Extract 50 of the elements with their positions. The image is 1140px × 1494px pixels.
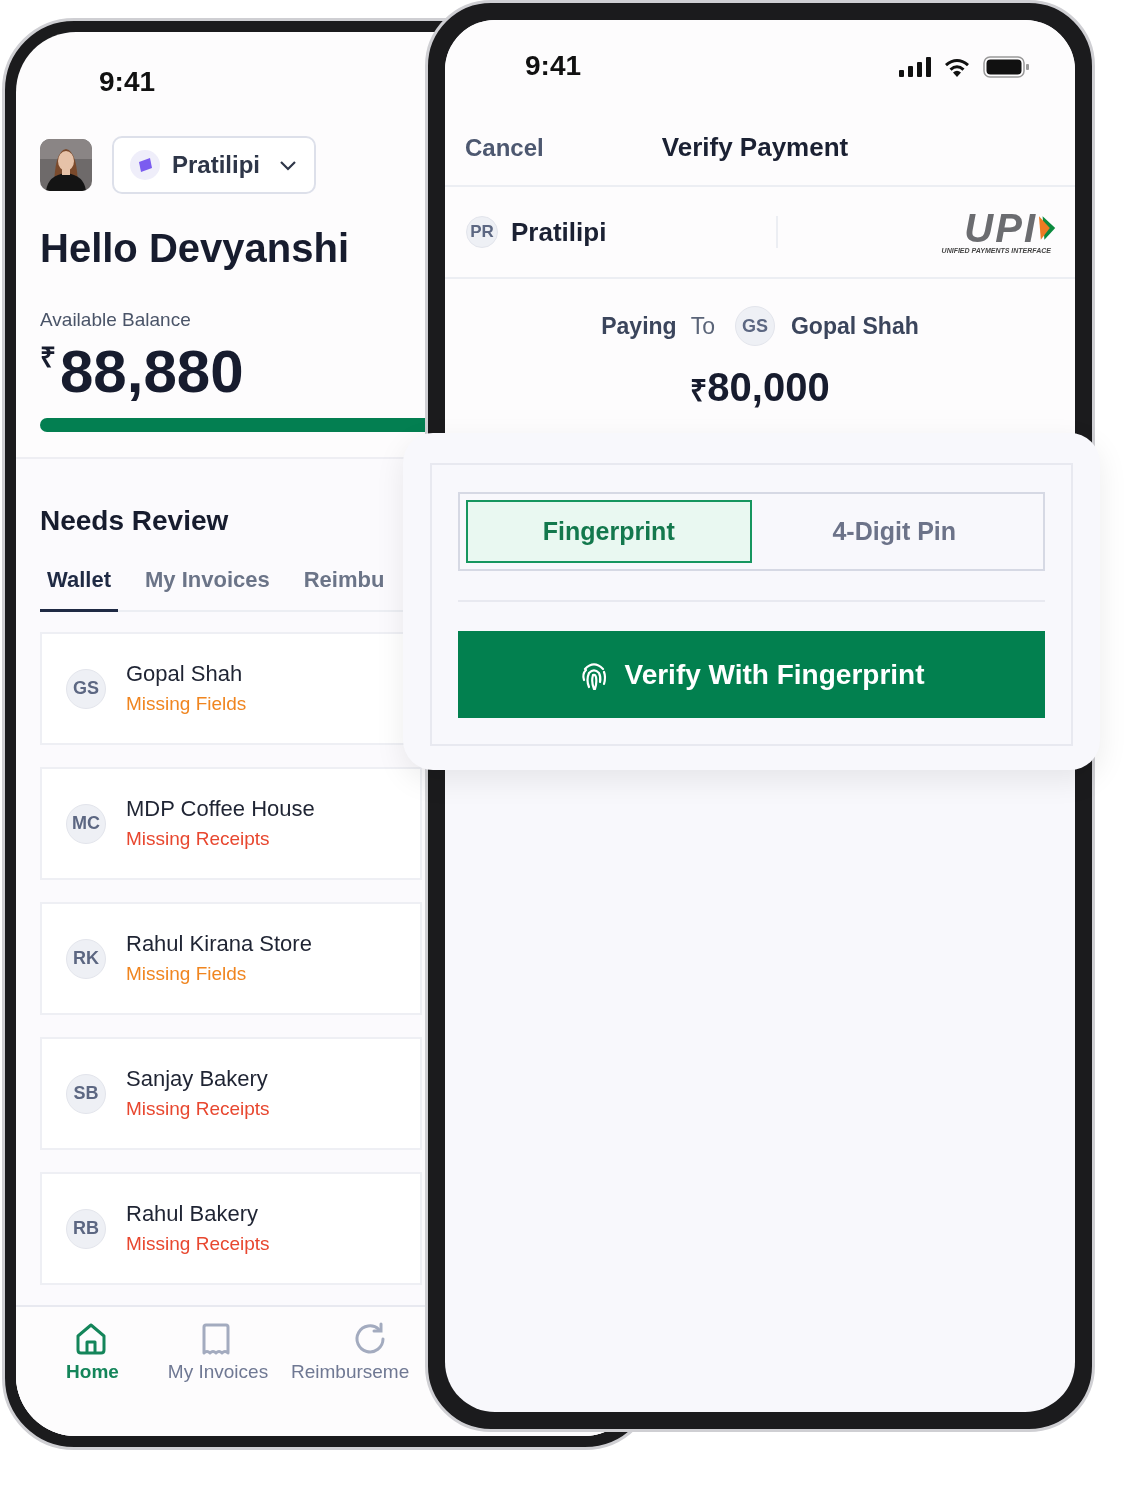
merchant-name: Sanjay Bakery [126, 1064, 269, 1093]
initials-avatar: RK [66, 938, 106, 979]
initials-avatar: GS [734, 306, 775, 346]
initials-avatar: GS [66, 668, 106, 709]
cancel-button[interactable]: Cancel [465, 129, 544, 166]
initials-avatar: RB [66, 1208, 106, 1249]
greeting: Hello Devyanshi [40, 225, 349, 272]
nav-item[interactable]: Home [40, 1322, 141, 1436]
tab[interactable]: My Invoices [138, 558, 277, 612]
currency-symbol: ₹ [40, 341, 56, 375]
status-time: 9:41 [525, 50, 582, 82]
initials-avatar: PR [466, 216, 498, 248]
signal-icon [899, 57, 931, 77]
currency-symbol: ₹ [690, 373, 708, 409]
company-logo-icon [130, 150, 160, 180]
review-card[interactable]: RB Rahul Bakery Missing Receipts [40, 1172, 422, 1285]
status-text: Missing Receipts [126, 1231, 270, 1256]
status-text: Missing Fields [126, 691, 247, 716]
tab[interactable]: Wallet [40, 558, 118, 612]
to-label: To [690, 311, 715, 341]
account-dropdown[interactable]: Pratilipi [112, 136, 317, 194]
battery-icon [983, 56, 1029, 78]
screen-title: Verify Payment [661, 131, 849, 164]
review-card[interactable]: MC MDP Coffee House Missing Receipts [40, 767, 422, 880]
method-tab[interactable]: Fingerprint [466, 500, 752, 563]
merchant-name: Gopal Shah [126, 659, 244, 688]
merchant-name: Rahul Bakery [126, 1199, 260, 1228]
refresh-icon [353, 1322, 387, 1356]
verify-button[interactable]: Verify With Fingerprint [458, 631, 1045, 718]
status-time: 9:41 [99, 66, 156, 97]
status-text: Missing Fields [126, 961, 248, 986]
tab[interactable]: Reimbu [296, 558, 392, 612]
upi-logo-text: UPI [964, 209, 1037, 246]
status-text: Missing Receipts [126, 1096, 270, 1121]
initials-avatar: SB [66, 1073, 106, 1114]
payee-name: Gopal Shah [790, 311, 919, 341]
merchant-name: MDP Coffee House [126, 794, 315, 823]
status-text: Missing Receipts [126, 826, 271, 851]
payment-amount: 80,000 [707, 365, 830, 409]
nav-item[interactable]: Reimburseme [291, 1322, 415, 1436]
initials-avatar: MC [66, 803, 106, 844]
merchant-name: Rahul Kirana Store [126, 929, 312, 958]
paying-label: Paying [601, 311, 677, 341]
nav-item[interactable]: My Invoices [141, 1322, 291, 1436]
payer-name: Pratilipi [511, 215, 607, 249]
method-tab[interactable]: 4-Digit Pin [751, 500, 1037, 563]
balance-amount: 88,880 [60, 340, 244, 404]
wifi-icon [943, 57, 971, 77]
review-card[interactable]: SB Sanjay Bakery Missing Receipts [40, 1037, 422, 1150]
review-card[interactable]: RK Rahul Kirana Store Missing Fields [40, 902, 422, 1015]
